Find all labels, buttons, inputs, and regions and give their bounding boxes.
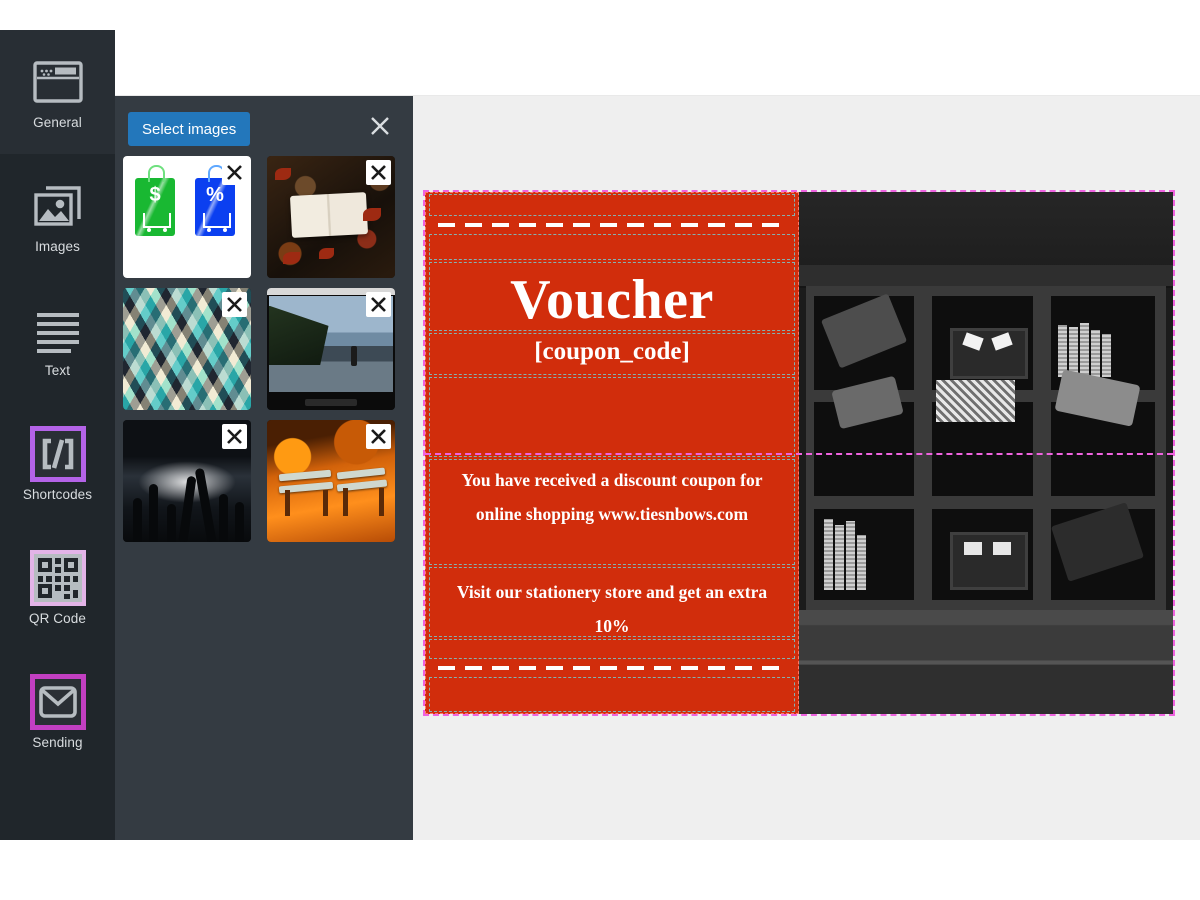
editor-canvas[interactable]: Voucher [coupon_code] You have received … [413,96,1200,840]
voucher-code-row[interactable]: [coupon_code] [429,332,795,375]
voucher-footer-row[interactable]: Visit our stationery store and get an ex… [429,566,795,637]
voucher-divider-top [438,223,786,227]
remove-image-icon[interactable] [222,424,247,449]
sidebar-item-images[interactable]: Images [0,154,115,278]
code-brackets-icon [29,426,86,483]
editor-toolbar [115,30,1200,96]
select-images-button[interactable]: Select images [128,112,251,146]
envelope-icon [29,674,86,731]
text-lines-icon [30,302,86,358]
sidebar-item-sending[interactable]: Sending [0,650,115,774]
images-panel-header: Select images [115,95,413,163]
voucher-spacer-row[interactable] [429,376,795,457]
image-thumbnail[interactable]: $ % [123,156,251,278]
voucher-title-row[interactable]: Voucher [429,262,795,331]
row-guide-line [425,453,1173,455]
close-icon[interactable] [365,111,395,141]
sidebar-item-label: Text [44,363,71,379]
voucher-title: Voucher [510,269,714,331]
sidebar-item-text[interactable]: Text [0,278,115,402]
sidebar-item-label: General [33,115,82,131]
window-icon [30,54,86,110]
image-thumbnail[interactable] [267,156,395,278]
image-thumbnail[interactable] [267,420,395,542]
image-thumbnail[interactable] [267,288,395,410]
voucher-divider-bottom [438,665,786,670]
qr-code-icon [29,550,86,607]
email-builder-app: General Images Text Shortcodes QR Code S… [0,0,1200,900]
sidebar-item-label: Shortcodes [22,487,93,503]
remove-image-icon[interactable] [222,160,247,185]
remove-image-icon[interactable] [366,292,391,317]
sidebar-rail: General Images Text Shortcodes QR Code S… [0,30,115,840]
sidebar-item-general[interactable]: General [0,30,115,154]
remove-image-icon[interactable] [366,160,391,185]
voucher-block[interactable]: Voucher [coupon_code] You have received … [423,190,1175,716]
sidebar-item-shortcodes[interactable]: Shortcodes [0,402,115,526]
voucher-spacer-row[interactable] [429,638,795,659]
image-thumbnail[interactable] [123,420,251,542]
images-panel: Select images $ % [115,95,413,840]
sidebar-item-label: Sending [32,735,83,751]
voucher-spacer-row[interactable] [429,676,795,712]
voucher-coupon-code: [coupon_code] [534,337,690,365]
sidebar-item-label: QR Code [29,611,86,627]
image-thumbnail[interactable] [123,288,251,410]
image-thumbnail-grid: $ % [115,156,413,542]
voucher-spacer-row[interactable] [429,234,795,260]
voucher-footer-line-1: Visit our stationery store and get an ex… [456,581,768,602]
remove-image-icon[interactable] [366,424,391,449]
voucher-body-line-2: online shopping www.tiesnbows.com [475,503,749,524]
remove-image-icon[interactable] [222,292,247,317]
voucher-spacer-row[interactable] [429,194,795,216]
voucher-body-row[interactable]: You have received a discount coupon for … [429,458,795,565]
sidebar-item-qr-code[interactable]: QR Code [0,526,115,650]
page-footer [0,840,1200,900]
voucher-body-line-1: You have received a discount coupon for [461,469,763,490]
sidebar-item-label: Images [35,239,80,255]
image-icon [30,178,86,234]
